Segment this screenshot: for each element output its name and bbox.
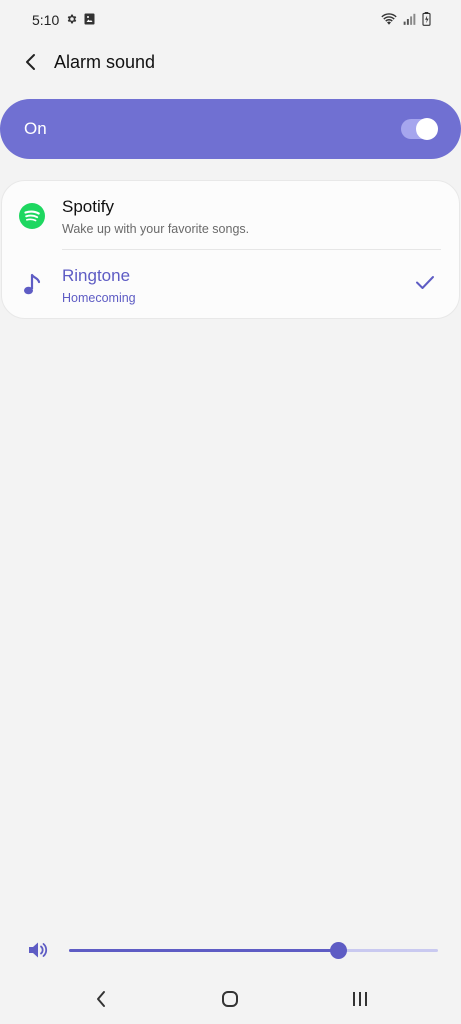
nav-home-button[interactable] (215, 988, 245, 1014)
volume-control (0, 930, 461, 970)
volume-slider-thumb[interactable] (330, 942, 348, 959)
option-title: Spotify (62, 197, 114, 216)
chevron-left-icon (24, 53, 36, 76)
home-icon (221, 990, 239, 1013)
master-switch-label: On (24, 119, 47, 138)
spotify-icon (18, 202, 46, 230)
back-button[interactable] (14, 48, 46, 80)
image-notification-icon (84, 13, 95, 25)
volume-slider[interactable] (69, 942, 438, 959)
option-title: Ringtone (62, 266, 131, 285)
master-switch-bar[interactable]: On (0, 99, 461, 159)
music-note-icon (18, 271, 46, 299)
battery-charging-icon (422, 12, 431, 26)
gear-icon (66, 13, 78, 25)
page-title: Alarm sound (54, 52, 156, 72)
volume-slider-fill (69, 949, 339, 952)
status-bar: 5:10 (0, 0, 461, 40)
option-subtitle: Wake up with your favorite songs. (62, 222, 250, 236)
status-right-icons (381, 12, 431, 26)
sound-options-card: Spotify Wake up with your favorite songs… (1, 180, 460, 319)
option-spotify[interactable]: Spotify Wake up with your favorite songs… (2, 181, 459, 251)
recents-icon (351, 990, 369, 1013)
status-time: 5:10 (32, 12, 60, 28)
back-icon (95, 990, 107, 1013)
speaker-icon[interactable] (27, 940, 49, 965)
option-ringtone[interactable]: Ringtone Homecoming (2, 250, 459, 320)
option-subtitle: Homecoming (62, 291, 136, 305)
check-icon (415, 275, 435, 295)
signal-icon (403, 13, 416, 25)
status-left-icons (66, 13, 95, 25)
toggle-knob (416, 118, 438, 140)
wifi-icon (381, 12, 397, 26)
nav-back-button[interactable] (86, 988, 116, 1014)
navigation-bar (0, 976, 461, 1024)
master-toggle[interactable] (401, 118, 438, 140)
header: Alarm sound (0, 40, 461, 86)
nav-recents-button[interactable] (345, 988, 375, 1014)
